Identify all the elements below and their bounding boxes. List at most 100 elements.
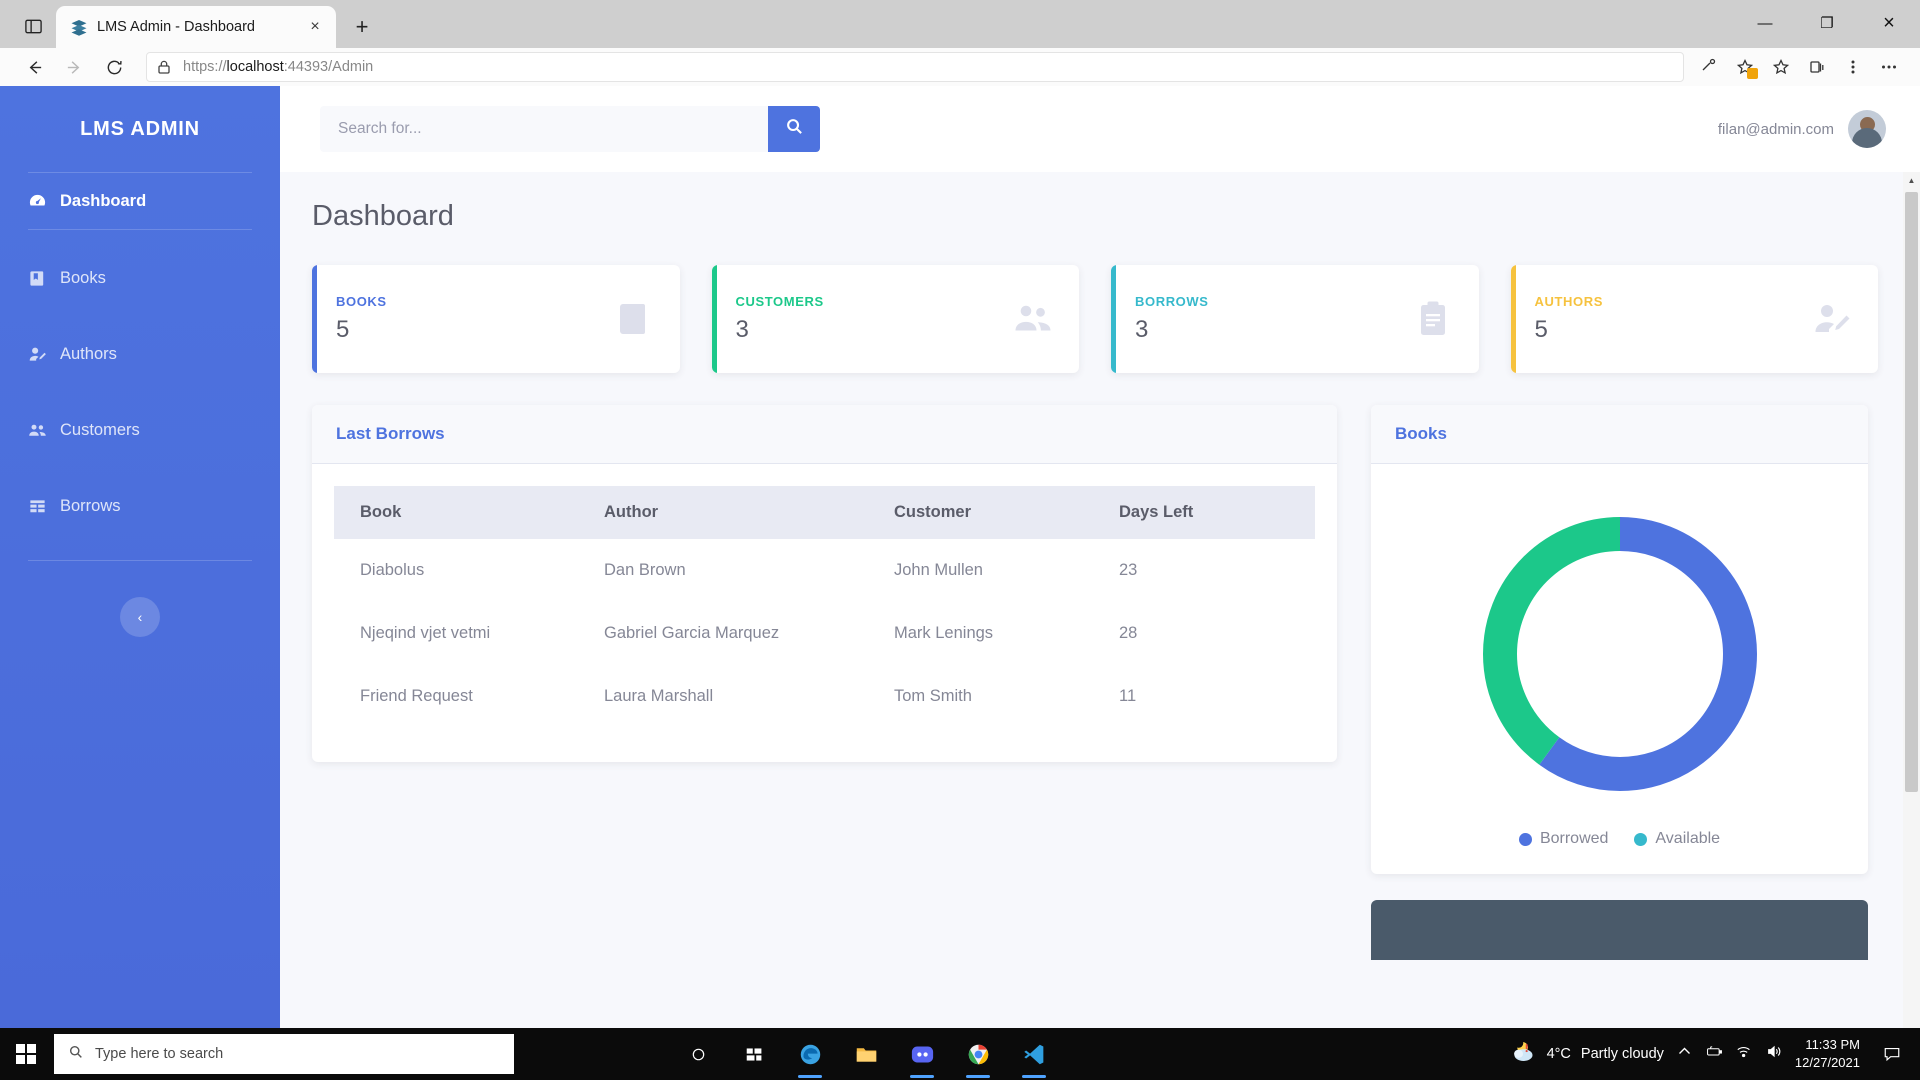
window-close-button[interactable]: × [1858, 0, 1920, 46]
edge-taskbar-icon[interactable] [786, 1028, 834, 1080]
search-button[interactable] [768, 106, 820, 152]
people-card-icon [1013, 299, 1053, 339]
legend-dot-icon [1518, 832, 1532, 846]
stat-card-value: 5 [1534, 316, 1548, 343]
stat-card-label: BORROWS [1135, 294, 1209, 309]
stat-card-value: 3 [1135, 316, 1149, 343]
address-bar[interactable]: https://localhost:44393/Admin [146, 52, 1684, 82]
books-donut-chart[interactable] [1470, 504, 1770, 804]
scroll-thumb[interactable] [1905, 192, 1918, 792]
panel-header: Last Borrows [312, 405, 1337, 464]
table-row[interactable]: Friend Request Laura Marshall Tom Smith … [334, 665, 1315, 728]
minimize-button[interactable]: — [1734, 0, 1796, 46]
table-row[interactable]: Diabolus Dan Brown John Mullen 23 [334, 539, 1315, 602]
scroll-up-arrow[interactable]: ▲ [1903, 172, 1920, 189]
browser-toolbar: https://localhost:44393/Admin [0, 48, 1920, 86]
forward-button[interactable] [54, 50, 94, 84]
user-email: filan@admin.com [1717, 120, 1834, 138]
browser-tab[interactable]: LMS Admin - Dashboard × [56, 6, 336, 48]
stat-card-label: AUTHORS [1534, 294, 1603, 309]
back-button[interactable] [14, 50, 54, 84]
cell-customer: Tom Smith [894, 687, 972, 705]
sidebar-item-books[interactable]: Books [0, 250, 280, 306]
cell-author: Gabriel Garcia Marquez [604, 624, 780, 642]
column-header-author[interactable]: Author [604, 486, 894, 539]
search-icon [68, 1044, 84, 1064]
sidebar-item-customers[interactable]: Customers [0, 402, 280, 458]
tab-strip: LMS Admin - Dashboard × + — ❐ × [0, 0, 1920, 48]
read-aloud-icon[interactable] [1692, 52, 1726, 82]
sidebar-collapse-button[interactable]: ‹ [120, 597, 160, 637]
search-icon [785, 117, 804, 141]
sidebar-item-label: Books [60, 268, 106, 287]
page-title: Dashboard [312, 200, 454, 232]
battery-icon[interactable] [1706, 1043, 1723, 1065]
maximize-button[interactable]: ❐ [1796, 0, 1858, 46]
sidebar-brand[interactable]: LMS ADMIN [0, 86, 280, 172]
card-text: CUSTOMERS 3 [736, 294, 1014, 344]
tab-actions-icon[interactable] [10, 6, 56, 46]
wifi-icon[interactable] [1736, 1043, 1753, 1065]
stat-card-authors[interactable]: AUTHORS 5 [1510, 265, 1878, 373]
tab-close-icon[interactable]: × [304, 16, 326, 38]
search-input[interactable] [320, 106, 768, 152]
settings-more-icon[interactable] [1872, 52, 1906, 82]
legend-item-available[interactable]: Available [1634, 830, 1720, 848]
stat-card-customers[interactable]: CUSTOMERS 3 [711, 265, 1079, 373]
favorites-icon[interactable] [1764, 52, 1798, 82]
file-explorer-icon[interactable] [842, 1028, 890, 1080]
stat-card-borrows[interactable]: BORROWS 3 [1111, 265, 1479, 373]
column-header-days-left[interactable]: Days Left [1119, 486, 1315, 539]
start-button[interactable] [0, 1028, 52, 1080]
next-panel-preview [1371, 900, 1868, 960]
column-header-book[interactable]: Book [334, 486, 604, 539]
sidebar-divider-bottom [28, 560, 252, 561]
sidebar: LMS ADMIN Dashboard Books Authors Custom… [0, 86, 280, 1028]
last-borrows-panel: Last Borrows Book Author Customer Days L… [312, 405, 1337, 762]
sidebar-item-authors[interactable]: Authors [0, 326, 280, 382]
table-row[interactable]: Njeqind vjet vetmi Gabriel Garcia Marque… [334, 602, 1315, 665]
cell-customer: John Mullen [894, 561, 983, 579]
action-center-icon[interactable] [1872, 1045, 1912, 1063]
stat-card-label: CUSTOMERS [735, 294, 824, 309]
new-tab-button[interactable]: + [344, 9, 380, 45]
page-scrollbar[interactable]: ▲ [1903, 172, 1920, 1028]
reload-button[interactable] [94, 50, 134, 84]
panels-row: Last Borrows Book Author Customer Days L… [312, 405, 1878, 960]
chrome-icon[interactable] [954, 1028, 1002, 1080]
volume-icon[interactable] [1766, 1043, 1783, 1065]
topbar: filan@admin.com [280, 86, 1920, 172]
favorites-add-icon[interactable] [1728, 52, 1762, 82]
taskview-icon[interactable] [674, 1028, 722, 1080]
tray-icons [1676, 1043, 1783, 1065]
active-underline [966, 1075, 990, 1078]
card-text: BOOKS 5 [336, 294, 614, 344]
column-header-customer[interactable]: Customer [894, 486, 1119, 539]
taskbar-search[interactable]: Type here to search [54, 1034, 514, 1074]
toolbar-icons [1692, 52, 1906, 82]
window-controls: — ❐ × [1734, 0, 1920, 46]
show-hidden-icons-chevron-up-icon[interactable] [1676, 1043, 1693, 1065]
collections-icon[interactable] [1800, 52, 1834, 82]
vscode-icon[interactable] [1010, 1028, 1058, 1080]
avatar[interactable] [1848, 110, 1886, 148]
collapse-wrap: ‹ [0, 597, 280, 637]
active-underline [1022, 1075, 1046, 1078]
legend-item-borrowed[interactable]: Borrowed [1518, 830, 1609, 848]
discord-icon[interactable] [898, 1028, 946, 1080]
weather-widget[interactable]: 4°C Partly cloudy [1510, 1041, 1664, 1067]
legend-label: Borrowed [1539, 830, 1609, 847]
screen: LMS Admin - Dashboard × + — ❐ × https://… [0, 0, 1920, 1080]
main-content: Dashboard BOOKS 5 CUSTOMERS 3 BORROWS 3 … [280, 172, 1920, 1028]
sidebar-item-dashboard[interactable]: Dashboard [0, 173, 280, 229]
weather-icon [1510, 1041, 1537, 1067]
cortana-icon[interactable] [730, 1028, 778, 1080]
page-viewport: LMS ADMIN Dashboard Books Authors Custom… [0, 86, 1920, 1028]
browser-essentials-icon[interactable] [1836, 52, 1870, 82]
taskbar-clock[interactable]: 11:33 PM 12/27/2021 [1795, 1036, 1860, 1071]
sidebar-item-borrows[interactable]: Borrows [0, 478, 280, 534]
stat-card-books[interactable]: BOOKS 5 [312, 265, 680, 373]
donut-chart-area: Borrowed Available [1371, 464, 1868, 874]
